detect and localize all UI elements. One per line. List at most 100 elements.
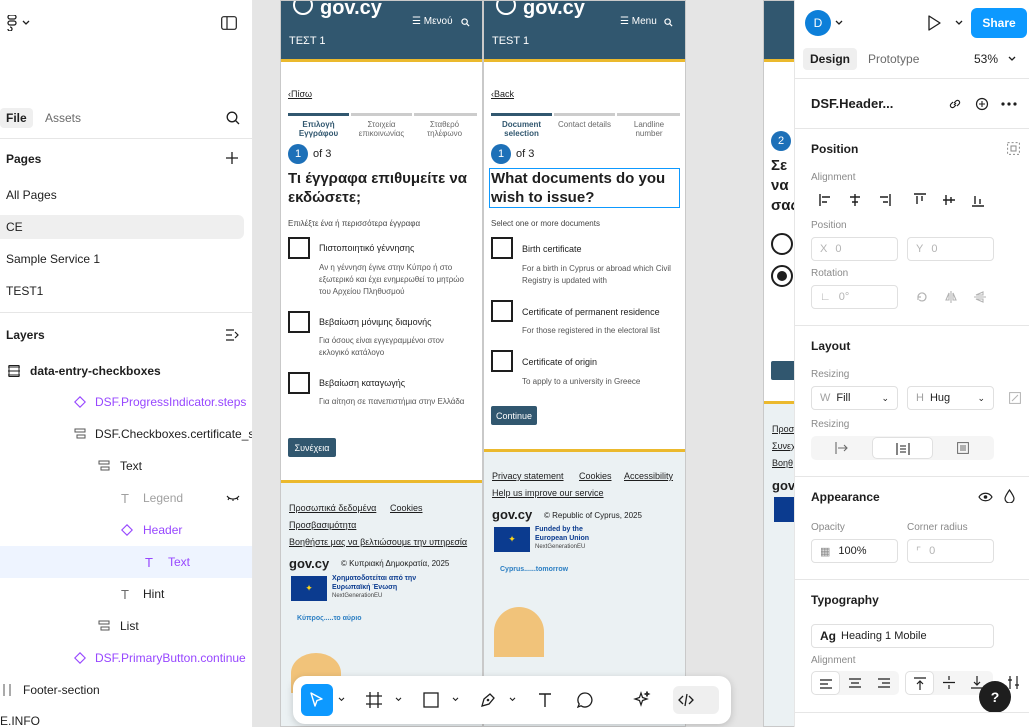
- page-item[interactable]: All Pages: [0, 179, 252, 211]
- tab-file[interactable]: File: [0, 108, 33, 128]
- sidebar-toggle-icon[interactable]: [221, 16, 237, 30]
- radio-button-selected[interactable]: [771, 265, 793, 287]
- rectangle-tool-icon[interactable]: [423, 692, 439, 708]
- footer-link[interactable]: Privacy statement: [492, 471, 564, 481]
- layer-row[interactable]: DSF.ProgressIndicator.steps: [0, 386, 252, 418]
- more-options-icon[interactable]: [1001, 102, 1017, 106]
- link-icon[interactable]: [948, 97, 962, 111]
- y-input[interactable]: Y0: [907, 237, 994, 261]
- layer-row[interactable]: List: [0, 610, 252, 642]
- footer-link[interactable]: Cookies: [579, 471, 612, 481]
- layer-row[interactable]: Header: [0, 514, 252, 546]
- layer-row[interactable]: Text: [0, 450, 252, 482]
- chevron-down-icon[interactable]: [835, 20, 843, 26]
- flip-horizontal-icon[interactable]: [944, 291, 957, 303]
- flip-vertical-icon[interactable]: [973, 291, 986, 303]
- height-select[interactable]: H Hug ⌄: [907, 386, 994, 410]
- layer-row[interactable]: DSF.Checkboxes.certificate_se: [0, 418, 252, 450]
- page-item-selected[interactable]: CE: [0, 215, 244, 239]
- fill-width-icon[interactable]: [957, 442, 969, 454]
- vertical-align-top[interactable]: [905, 671, 934, 695]
- frame-third[interactable]: 2 Σε να σας Προσ Συνεχ Βοηθ gov: [763, 0, 794, 727]
- fixed-width-option[interactable]: [872, 437, 933, 459]
- text-style-select[interactable]: Ag Heading 1 Mobile: [811, 624, 994, 648]
- design-canvas[interactable]: gov.cy ☰ Μενού ΤΕΣΤ 1 ‹Πίσω Επιλογή Εγγρ…: [253, 0, 794, 727]
- collapse-layers-icon[interactable]: [226, 329, 239, 341]
- layer-row[interactable]: E.INFO: [0, 705, 252, 727]
- frame-english[interactable]: gov.cy ☰ Menu TEST 1 ‹Back Document sele…: [483, 0, 686, 727]
- rotation-input[interactable]: ∟ 0°: [811, 285, 898, 309]
- hidden-eye-icon[interactable]: [226, 494, 240, 502]
- checkbox[interactable]: [288, 311, 310, 333]
- checkbox[interactable]: [491, 350, 513, 372]
- layer-row[interactable]: T Hint: [0, 578, 252, 610]
- rotate-icon[interactable]: [916, 291, 928, 303]
- figma-menu-button[interactable]: [6, 14, 36, 32]
- tab-prototype[interactable]: Prototype: [868, 52, 919, 66]
- chevron-down-icon[interactable]: [338, 697, 345, 702]
- footer-link[interactable]: Προσωπικά δεδομένα: [289, 503, 376, 513]
- align-left-icon[interactable]: [818, 194, 833, 206]
- back-link[interactable]: ‹Πίσω: [288, 89, 312, 99]
- component-icon[interactable]: [975, 97, 989, 111]
- width-select[interactable]: W Fill ⌄: [811, 386, 898, 410]
- checkbox[interactable]: [491, 237, 513, 259]
- radio-button[interactable]: [771, 233, 793, 255]
- chevron-down-icon[interactable]: [509, 697, 516, 702]
- footer-link[interactable]: Cookies: [390, 503, 423, 513]
- clip-content-icon[interactable]: [1009, 392, 1021, 404]
- frame-greek[interactable]: gov.cy ☰ Μενού ΤΕΣΤ 1 ‹Πίσω Επιλογή Εγγρ…: [280, 0, 483, 727]
- align-middle-icon[interactable]: [942, 193, 955, 207]
- align-top-icon[interactable]: [913, 193, 926, 207]
- footer-link[interactable]: Help us improve our service: [492, 488, 604, 498]
- avatar[interactable]: D: [805, 10, 831, 36]
- layer-row-selected[interactable]: T Text: [0, 546, 252, 578]
- continue-button[interactable]: Συνέχεια: [288, 438, 336, 457]
- text-align-center-icon[interactable]: [849, 678, 861, 688]
- text-align-right-icon[interactable]: [878, 678, 890, 688]
- align-bottom-icon[interactable]: [972, 193, 985, 207]
- x-input[interactable]: X0: [811, 237, 898, 261]
- back-link[interactable]: ‹Back: [491, 89, 514, 99]
- search-icon[interactable]: [664, 18, 673, 27]
- page-item[interactable]: TEST1: [0, 275, 252, 307]
- footer-link[interactable]: Προσ: [772, 424, 794, 434]
- dev-mode-toggle[interactable]: [673, 686, 719, 714]
- search-icon[interactable]: [226, 111, 240, 125]
- continue-button[interactable]: Continue: [491, 406, 537, 425]
- chevron-down-icon[interactable]: [395, 697, 402, 702]
- frame-tool-icon[interactable]: [366, 692, 382, 708]
- chevron-down-icon[interactable]: [955, 20, 963, 26]
- checkbox[interactable]: [491, 300, 513, 322]
- visibility-eye-icon[interactable]: [978, 492, 993, 502]
- add-page-icon[interactable]: [226, 152, 238, 164]
- footer-link[interactable]: Βοηθήστε μας να βελτιώσουμε την υπηρεσία: [289, 537, 467, 547]
- footer-link[interactable]: Συνεχ: [772, 441, 794, 451]
- opacity-input[interactable]: ▦ 100%: [811, 539, 898, 563]
- layer-row[interactable]: DSF.PrimaryButton.continue: [0, 642, 252, 674]
- checkbox[interactable]: [288, 237, 310, 259]
- move-tool[interactable]: [301, 684, 333, 716]
- text-tool-icon[interactable]: [537, 692, 553, 708]
- page-item[interactable]: Sample Service 1: [0, 243, 252, 275]
- share-button[interactable]: Share: [971, 8, 1027, 38]
- footer-link[interactable]: Βοηθ: [772, 458, 793, 468]
- footer-link[interactable]: Accessibility: [624, 471, 673, 481]
- continue-button[interactable]: [771, 361, 794, 380]
- tab-assets[interactable]: Assets: [45, 111, 81, 125]
- chevron-down-icon[interactable]: [452, 697, 459, 702]
- align-right-icon[interactable]: [877, 194, 892, 206]
- checkbox[interactable]: [288, 372, 310, 394]
- hug-horizontal-icon[interactable]: [835, 442, 849, 454]
- menu-button[interactable]: ☰ Μενού: [412, 16, 453, 27]
- zoom-control[interactable]: 53%: [974, 52, 1016, 66]
- comment-tool-icon[interactable]: [577, 692, 593, 708]
- tab-design[interactable]: Design: [803, 48, 858, 70]
- corner-radius-input[interactable]: ⌜ 0: [907, 539, 994, 563]
- type-settings-icon[interactable]: [1007, 676, 1020, 689]
- pen-tool-icon[interactable]: [480, 692, 496, 708]
- menu-button[interactable]: ☰ Menu: [620, 16, 657, 27]
- layer-row[interactable]: data-entry-checkboxes: [0, 355, 252, 387]
- play-icon[interactable]: [927, 15, 941, 31]
- text-align-left[interactable]: [811, 671, 840, 695]
